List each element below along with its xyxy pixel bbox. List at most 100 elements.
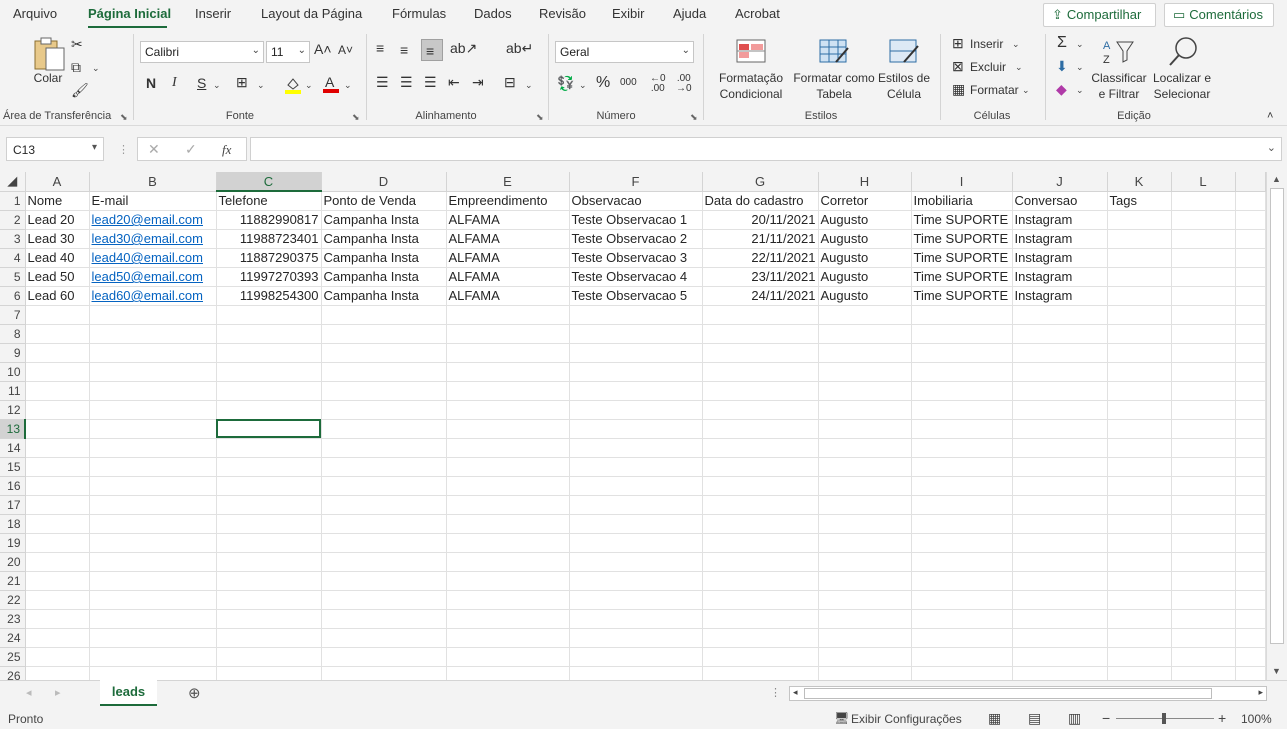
cell-overflow[interactable] bbox=[1235, 628, 1266, 648]
cell-E13[interactable] bbox=[446, 419, 570, 439]
underline-button[interactable]: S bbox=[197, 75, 206, 91]
fill-dropdown-icon[interactable]: ⌄ bbox=[1076, 62, 1084, 73]
cell-B22[interactable] bbox=[89, 590, 217, 610]
cell-I23[interactable] bbox=[911, 609, 1013, 629]
cell-E23[interactable] bbox=[446, 609, 570, 629]
tab-pagina-inicial[interactable]: Página Inicial bbox=[88, 6, 171, 21]
cell-A10[interactable] bbox=[25, 362, 90, 382]
cell-C17[interactable] bbox=[216, 495, 322, 515]
cell-D17[interactable] bbox=[321, 495, 447, 515]
cell-K21[interactable] bbox=[1107, 571, 1172, 591]
cell-K18[interactable] bbox=[1107, 514, 1172, 534]
cell-L7[interactable] bbox=[1171, 305, 1236, 325]
cell-K19[interactable] bbox=[1107, 533, 1172, 553]
row-header[interactable]: 26 bbox=[0, 666, 26, 680]
cell-A1[interactable]: Nome bbox=[25, 191, 90, 211]
copy-dropdown-icon[interactable]: ⌄ bbox=[92, 63, 100, 74]
row-header[interactable]: 14 bbox=[0, 438, 26, 458]
tab-dados[interactable]: Dados bbox=[474, 6, 512, 21]
cell-C12[interactable] bbox=[216, 400, 322, 420]
cell-G19[interactable] bbox=[702, 533, 819, 553]
conditional-formatting-line1[interactable]: Formatação bbox=[712, 70, 790, 86]
cell-I18[interactable] bbox=[911, 514, 1013, 534]
cell-B1[interactable]: E-mail bbox=[89, 191, 217, 211]
cell-J12[interactable] bbox=[1012, 400, 1108, 420]
increase-decimal-icon[interactable]: ←0.00 bbox=[650, 74, 666, 94]
cell-B16[interactable] bbox=[89, 476, 217, 496]
align-middle-icon[interactable]: ≡ bbox=[400, 42, 408, 58]
cell-L10[interactable] bbox=[1171, 362, 1236, 382]
cell-A22[interactable] bbox=[25, 590, 90, 610]
tab-formulas[interactable]: Fórmulas bbox=[392, 6, 446, 21]
cell-H18[interactable] bbox=[818, 514, 912, 534]
comments-button[interactable]: ▭ Comentários bbox=[1164, 3, 1274, 27]
normal-view-icon[interactable]: ▦ bbox=[988, 710, 1001, 727]
cell-overflow[interactable] bbox=[1235, 305, 1266, 325]
cell-E22[interactable] bbox=[446, 590, 570, 610]
sort-filter-icon[interactable]: AZ bbox=[1103, 36, 1135, 66]
cell-G3[interactable]: 21/11/2021 bbox=[702, 229, 819, 249]
tab-exibir[interactable]: Exibir bbox=[612, 6, 645, 21]
cell-G11[interactable] bbox=[702, 381, 819, 401]
cell-J26[interactable] bbox=[1012, 666, 1108, 680]
cell-G20[interactable] bbox=[702, 552, 819, 572]
cell-E20[interactable] bbox=[446, 552, 570, 572]
row-header[interactable]: 22 bbox=[0, 590, 26, 610]
cell-A21[interactable] bbox=[25, 571, 90, 591]
cell-A7[interactable] bbox=[25, 305, 90, 325]
cell-L11[interactable] bbox=[1171, 381, 1236, 401]
cell-H5[interactable]: Augusto bbox=[818, 267, 912, 287]
cell-A18[interactable] bbox=[25, 514, 90, 534]
cell-B12[interactable] bbox=[89, 400, 217, 420]
cell-I12[interactable] bbox=[911, 400, 1013, 420]
cell-C11[interactable] bbox=[216, 381, 322, 401]
cell-B4[interactable]: lead40@email.com bbox=[89, 248, 217, 268]
cancel-icon[interactable]: ✕ bbox=[148, 141, 160, 158]
cell-G9[interactable] bbox=[702, 343, 819, 363]
row-header[interactable]: 23 bbox=[0, 609, 26, 629]
format-as-table-icon[interactable] bbox=[818, 38, 850, 66]
cell-K20[interactable] bbox=[1107, 552, 1172, 572]
cell-G7[interactable] bbox=[702, 305, 819, 325]
display-settings-label[interactable]: Exibir Configurações bbox=[851, 712, 962, 726]
merge-center-icon[interactable]: ⊟ bbox=[504, 74, 516, 91]
cell-I2[interactable]: Time SUPORTE bbox=[911, 210, 1013, 230]
cell-H8[interactable] bbox=[818, 324, 912, 344]
row-header[interactable]: 18 bbox=[0, 514, 26, 534]
row-header[interactable]: 9 bbox=[0, 343, 26, 363]
cell-B23[interactable] bbox=[89, 609, 217, 629]
drag-handle-icon[interactable]: ⋮ bbox=[118, 143, 129, 156]
increase-font-icon[interactable]: A˄ bbox=[314, 41, 332, 57]
cell-I24[interactable] bbox=[911, 628, 1013, 648]
cell-D3[interactable]: Campanha Insta bbox=[321, 229, 447, 249]
cell-A13[interactable] bbox=[25, 419, 90, 439]
zoom-slider-thumb[interactable] bbox=[1162, 713, 1166, 724]
cell-L6[interactable] bbox=[1171, 286, 1236, 306]
cell-overflow[interactable] bbox=[1235, 476, 1266, 496]
cell-G13[interactable] bbox=[702, 419, 819, 439]
cell-D5[interactable]: Campanha Insta bbox=[321, 267, 447, 287]
cell-K26[interactable] bbox=[1107, 666, 1172, 680]
cell-H24[interactable] bbox=[818, 628, 912, 648]
zoom-out-icon[interactable]: − bbox=[1102, 710, 1110, 726]
cell-I10[interactable] bbox=[911, 362, 1013, 382]
scroll-up-icon[interactable]: ▲ bbox=[1272, 174, 1281, 184]
row-header[interactable]: 4 bbox=[0, 248, 26, 268]
cell-F7[interactable] bbox=[569, 305, 703, 325]
cell-E2[interactable]: ALFAMA bbox=[446, 210, 570, 230]
cell-C9[interactable] bbox=[216, 343, 322, 363]
cell-overflow[interactable] bbox=[1235, 571, 1266, 591]
cell-I13[interactable] bbox=[911, 419, 1013, 439]
cell-D24[interactable] bbox=[321, 628, 447, 648]
cell-A8[interactable] bbox=[25, 324, 90, 344]
share-button[interactable]: ⇪ Compartilhar bbox=[1043, 3, 1156, 27]
cell-K13[interactable] bbox=[1107, 419, 1172, 439]
column-header[interactable]: D bbox=[321, 172, 447, 192]
tab-layout[interactable]: Layout da Página bbox=[261, 6, 362, 21]
cell-I22[interactable] bbox=[911, 590, 1013, 610]
cell-K2[interactable] bbox=[1107, 210, 1172, 230]
cell-A17[interactable] bbox=[25, 495, 90, 515]
number-format-combo[interactable]: Geral ⌄ bbox=[555, 41, 694, 63]
underline-dropdown-icon[interactable]: ⌄ bbox=[213, 80, 221, 91]
tab-revisao[interactable]: Revisão bbox=[539, 6, 586, 21]
